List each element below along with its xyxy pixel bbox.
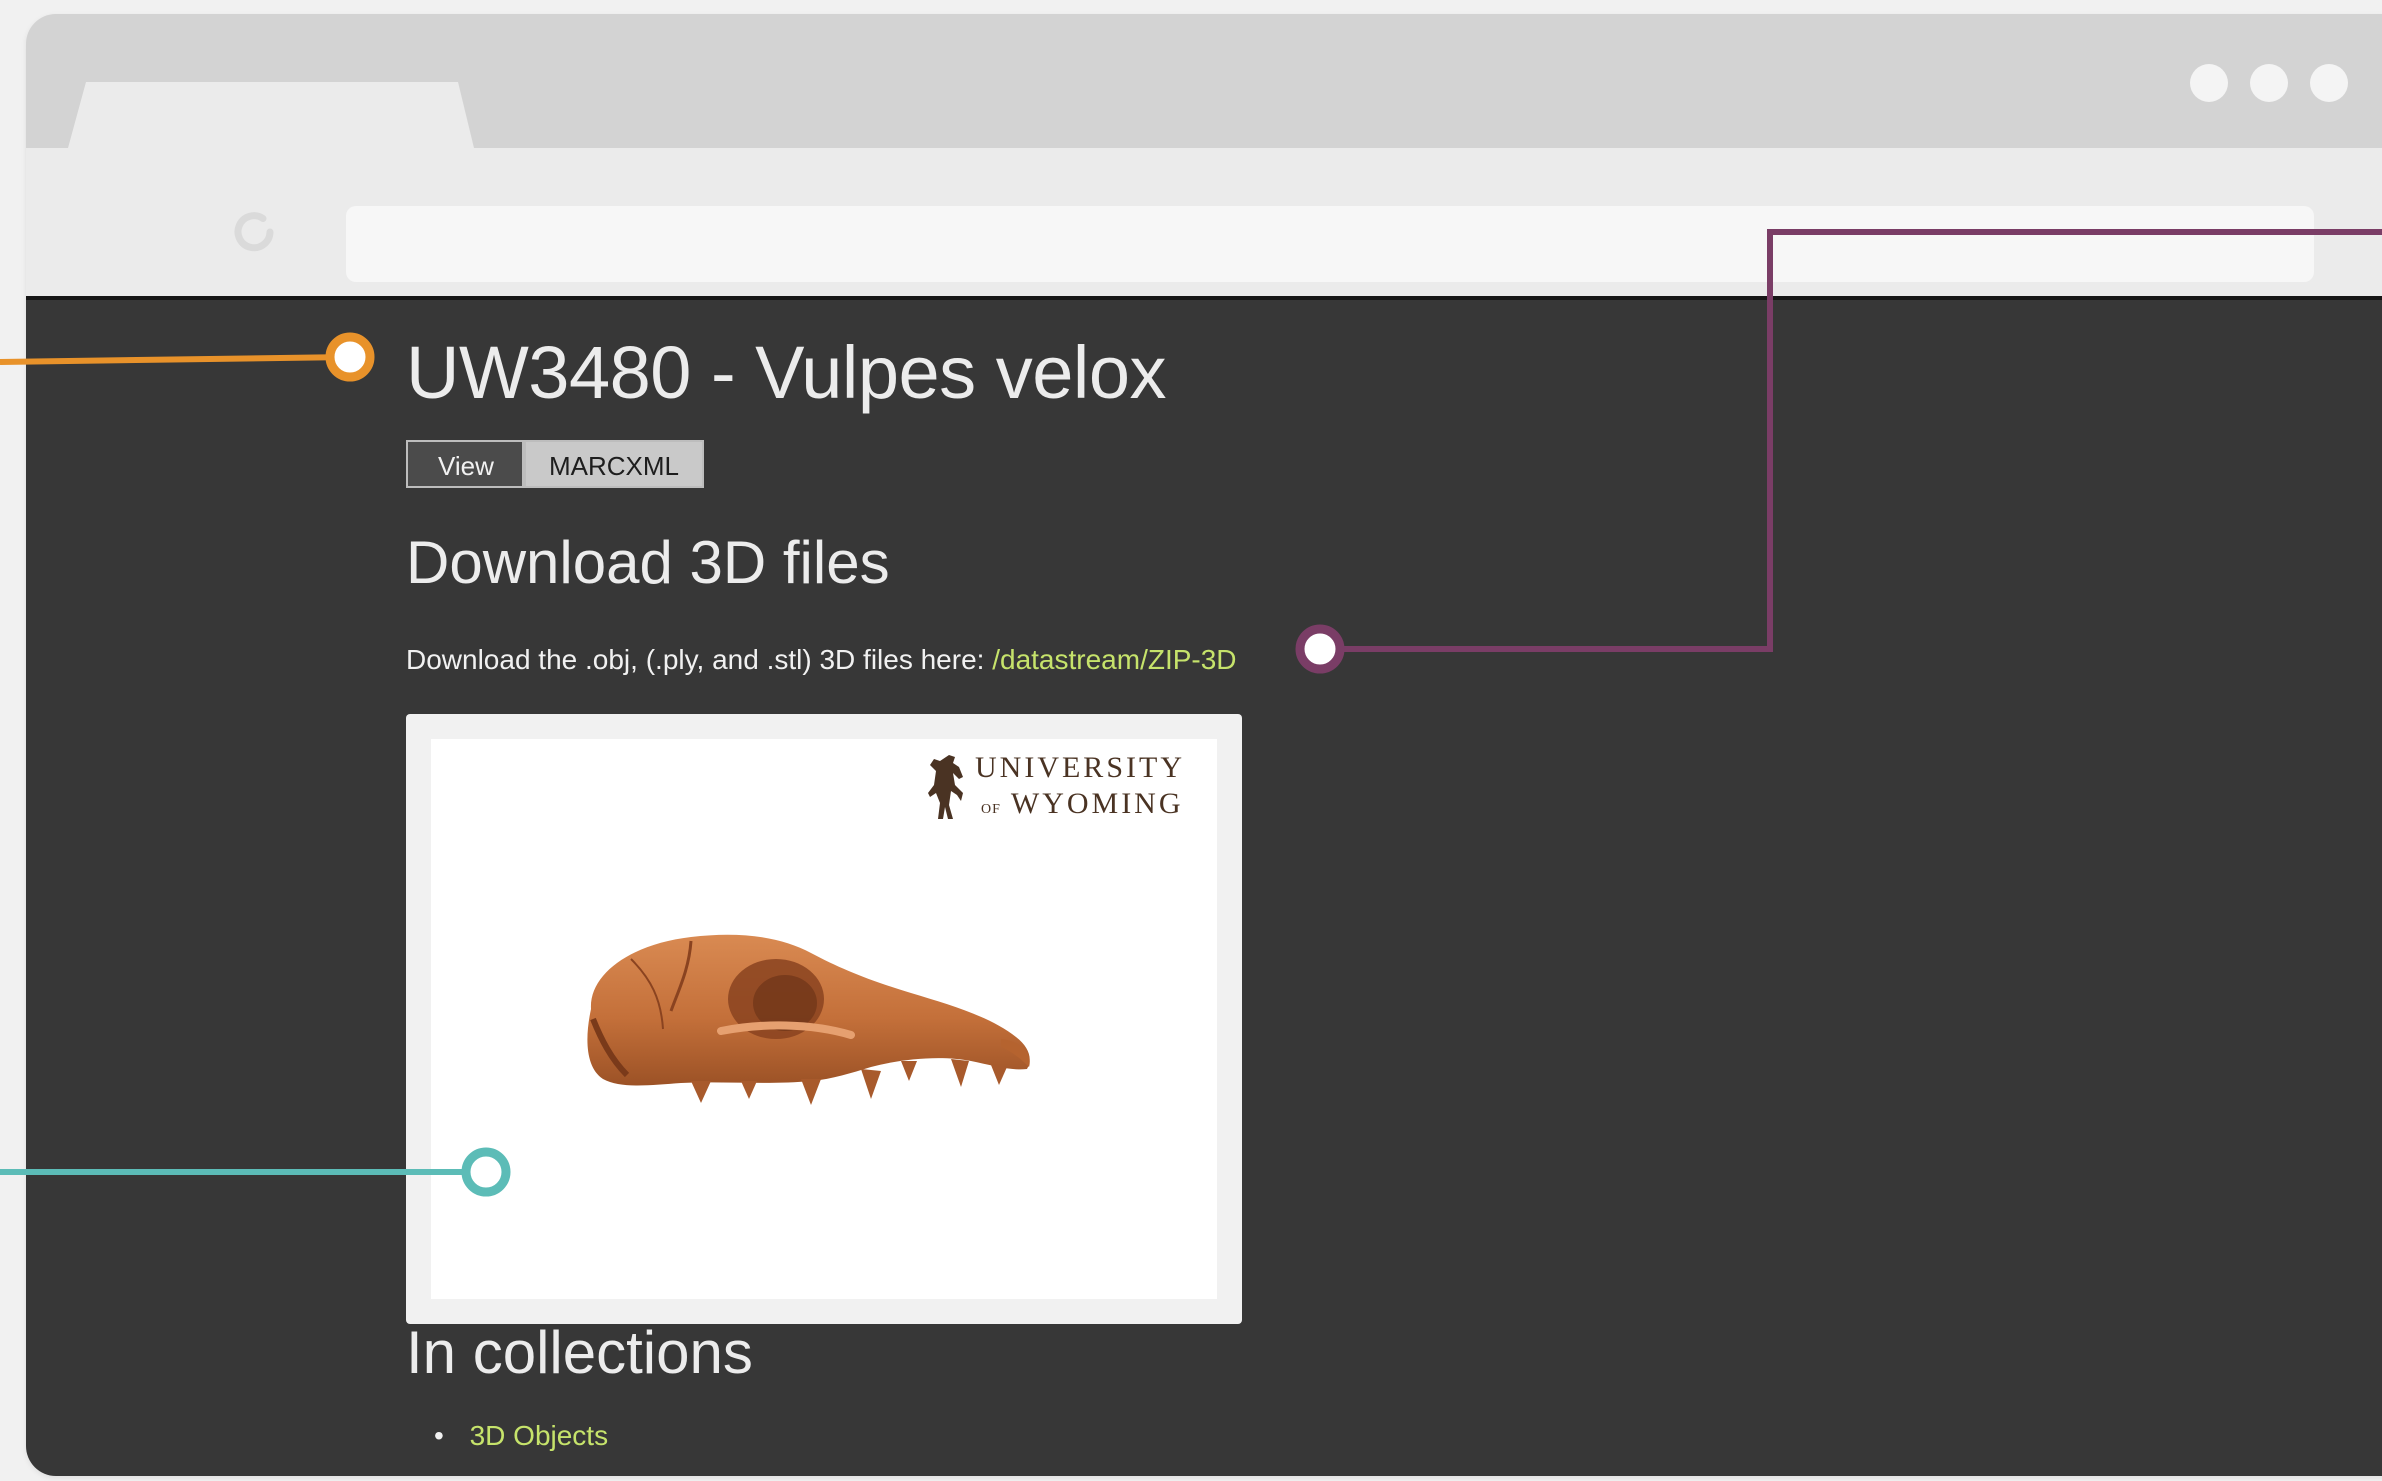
bucking-horse-icon [928,755,963,819]
collections-heading: In collections [406,1319,753,1386]
window-control-dot[interactable] [2190,64,2228,102]
download-zip-link[interactable]: /datastream/ZIP-3D [992,644,1236,675]
browser-titlebar [26,14,2382,148]
reload-icon[interactable] [230,208,278,256]
fox-skull-3d-model[interactable] [571,919,1041,1139]
university-logo: UNIVERSITY OF WYOMING [927,747,1207,827]
collection-link-3d-objects[interactable]: 3D Objects [470,1420,609,1451]
list-item: 3D Objects [434,1420,609,1452]
stage: UW3480 - Vulpes velox View MARCXML Downl… [0,0,2382,1481]
browser-tab[interactable] [68,82,474,148]
download-heading: Download 3D files [406,529,890,596]
model-preview-frame: UNIVERSITY OF WYOMING [406,714,1242,1324]
browser-window: UW3480 - Vulpes velox View MARCXML Downl… [26,14,2382,1476]
window-control-dot[interactable] [2310,64,2348,102]
view-tabs: View MARCXML [406,440,704,488]
browser-toolbar [26,148,2382,308]
address-bar[interactable] [346,206,2314,282]
tab-marcxml[interactable]: MARCXML [524,440,704,488]
collections-list: 3D Objects [434,1420,609,1452]
tab-view[interactable]: View [406,440,524,488]
window-control-dot[interactable] [2250,64,2288,102]
logo-line-university: UNIVERSITY [975,751,1185,784]
logo-line-wyoming: OF WYOMING [975,789,1185,819]
university-logo-text: UNIVERSITY OF WYOMING [975,753,1185,819]
logo-wyoming: WYOMING [1010,787,1184,820]
download-text: Download the .obj, (.ply, and .stl) 3D f… [406,644,985,675]
web-page: UW3480 - Vulpes velox View MARCXML Downl… [26,296,2382,1476]
logo-of: OF [981,802,1001,817]
page-title: UW3480 - Vulpes velox [406,331,1167,414]
download-description: Download the .obj, (.ply, and .stl) 3D f… [406,644,1237,676]
model-preview-viewer[interactable]: UNIVERSITY OF WYOMING [431,739,1217,1299]
